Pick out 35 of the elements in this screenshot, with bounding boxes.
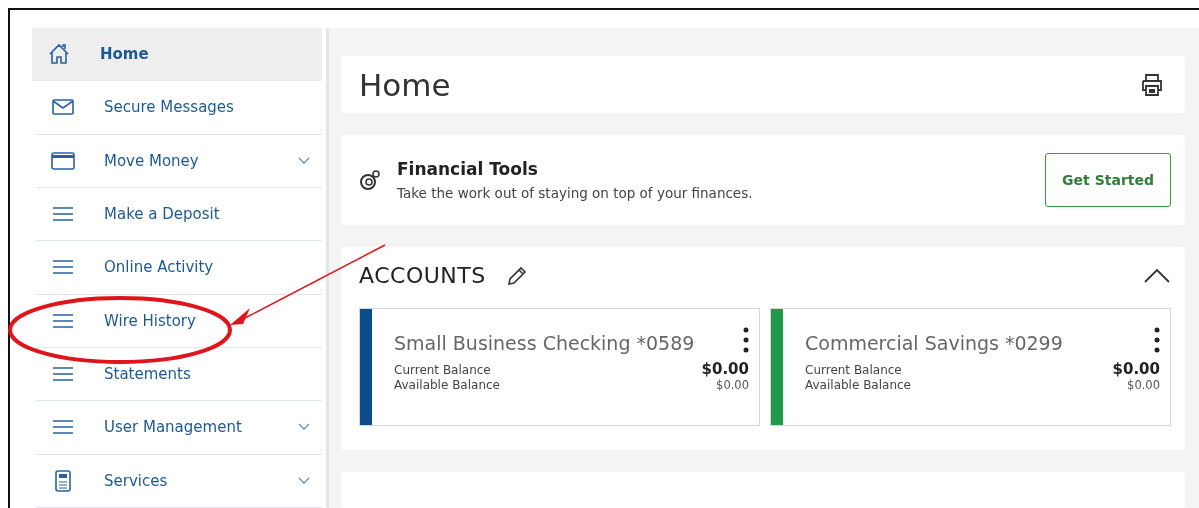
more-options-button[interactable] bbox=[743, 327, 749, 354]
financial-tools-description: Take the work out of staying on top of your finances. bbox=[397, 185, 754, 202]
menu-icon bbox=[53, 419, 73, 436]
financial-tools-title: Financial Tools bbox=[397, 159, 539, 180]
menu-icon bbox=[53, 312, 73, 329]
get-started-button[interactable]: Get Started bbox=[1045, 153, 1171, 208]
balance-label: Available Balance bbox=[394, 378, 500, 393]
balance-label: Current Balance bbox=[394, 363, 491, 378]
more-options-button[interactable] bbox=[1154, 327, 1160, 354]
chevron-up-icon bbox=[1143, 267, 1171, 284]
home-icon bbox=[47, 42, 71, 67]
pencil-icon[interactable] bbox=[505, 264, 528, 287]
account-name: Commercial Savings *0299 bbox=[805, 332, 1063, 355]
available-balance: $0.00 bbox=[1127, 378, 1160, 393]
accounts-title: ACCOUNTS bbox=[359, 263, 486, 289]
menu-icon bbox=[53, 366, 73, 383]
kebab-icon bbox=[1154, 327, 1160, 354]
kebab-icon bbox=[743, 327, 749, 354]
account-tile[interactable]: Commercial Savings *0299 Current Balance $0.00 Available Balance $0.00 bbox=[770, 308, 1171, 427]
card-icon bbox=[51, 151, 75, 170]
print-icon[interactable] bbox=[1139, 71, 1165, 98]
account-tile[interactable]: Small Business Checking *0589 Current Balance $0.00 Available Balance $0.00 bbox=[359, 308, 760, 427]
menu-icon bbox=[53, 259, 73, 276]
balance-label: Current Balance bbox=[805, 363, 902, 378]
page-title: Home bbox=[359, 66, 451, 103]
current-balance: $0.00 bbox=[1112, 360, 1160, 379]
account-name: Small Business Checking *0589 bbox=[394, 332, 695, 355]
calculator-icon bbox=[55, 469, 71, 492]
menu-icon bbox=[53, 206, 73, 223]
sidebar-item[interactable]: Home bbox=[32, 28, 322, 82]
collapse-button[interactable] bbox=[1143, 267, 1171, 284]
balance-label: Available Balance bbox=[805, 378, 911, 393]
current-balance: $0.00 bbox=[701, 360, 749, 379]
available-balance: $0.00 bbox=[716, 378, 749, 393]
envelope-icon bbox=[52, 99, 74, 116]
